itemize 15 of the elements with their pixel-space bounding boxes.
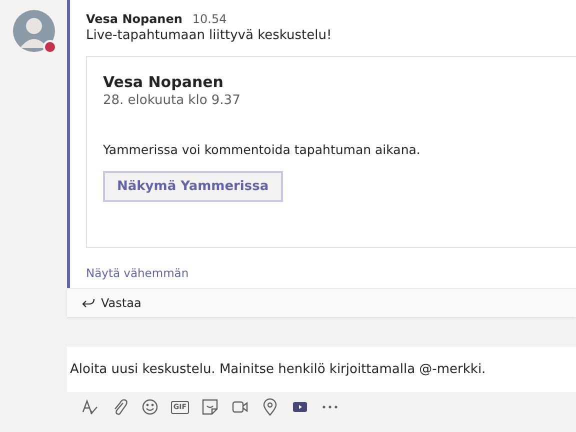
avatar-silhouette <box>12 10 54 52</box>
reply-button[interactable]: Vastaa <box>67 288 576 317</box>
emoji-icon[interactable] <box>140 397 160 417</box>
author-name: Vesa Nopanen <box>86 12 182 26</box>
card-date: 28. elokuuta klo 9.37 <box>103 93 242 108</box>
message-time: 10.54 <box>192 12 227 26</box>
show-less-link[interactable]: Näytä vähemmän <box>86 266 189 280</box>
format-icon[interactable] <box>80 397 100 417</box>
card-text: Yammerissa voi kommentoida tapahtuman aikana. <box>103 142 422 157</box>
open-yammer-button[interactable]: Näkymä Yammerissa <box>103 171 283 202</box>
card-title: Vesa Nopanen <box>103 73 224 91</box>
reply-arrow-icon <box>81 298 95 308</box>
message-text: Live-tapahtumaan liittyvä keskustelu! <box>86 28 333 43</box>
message-input-field[interactable]: Aloita uusi keskustelu. Mainitse henkilö kirjoittamalla @-merkki. <box>67 347 576 392</box>
sticker-icon[interactable] <box>200 397 220 417</box>
